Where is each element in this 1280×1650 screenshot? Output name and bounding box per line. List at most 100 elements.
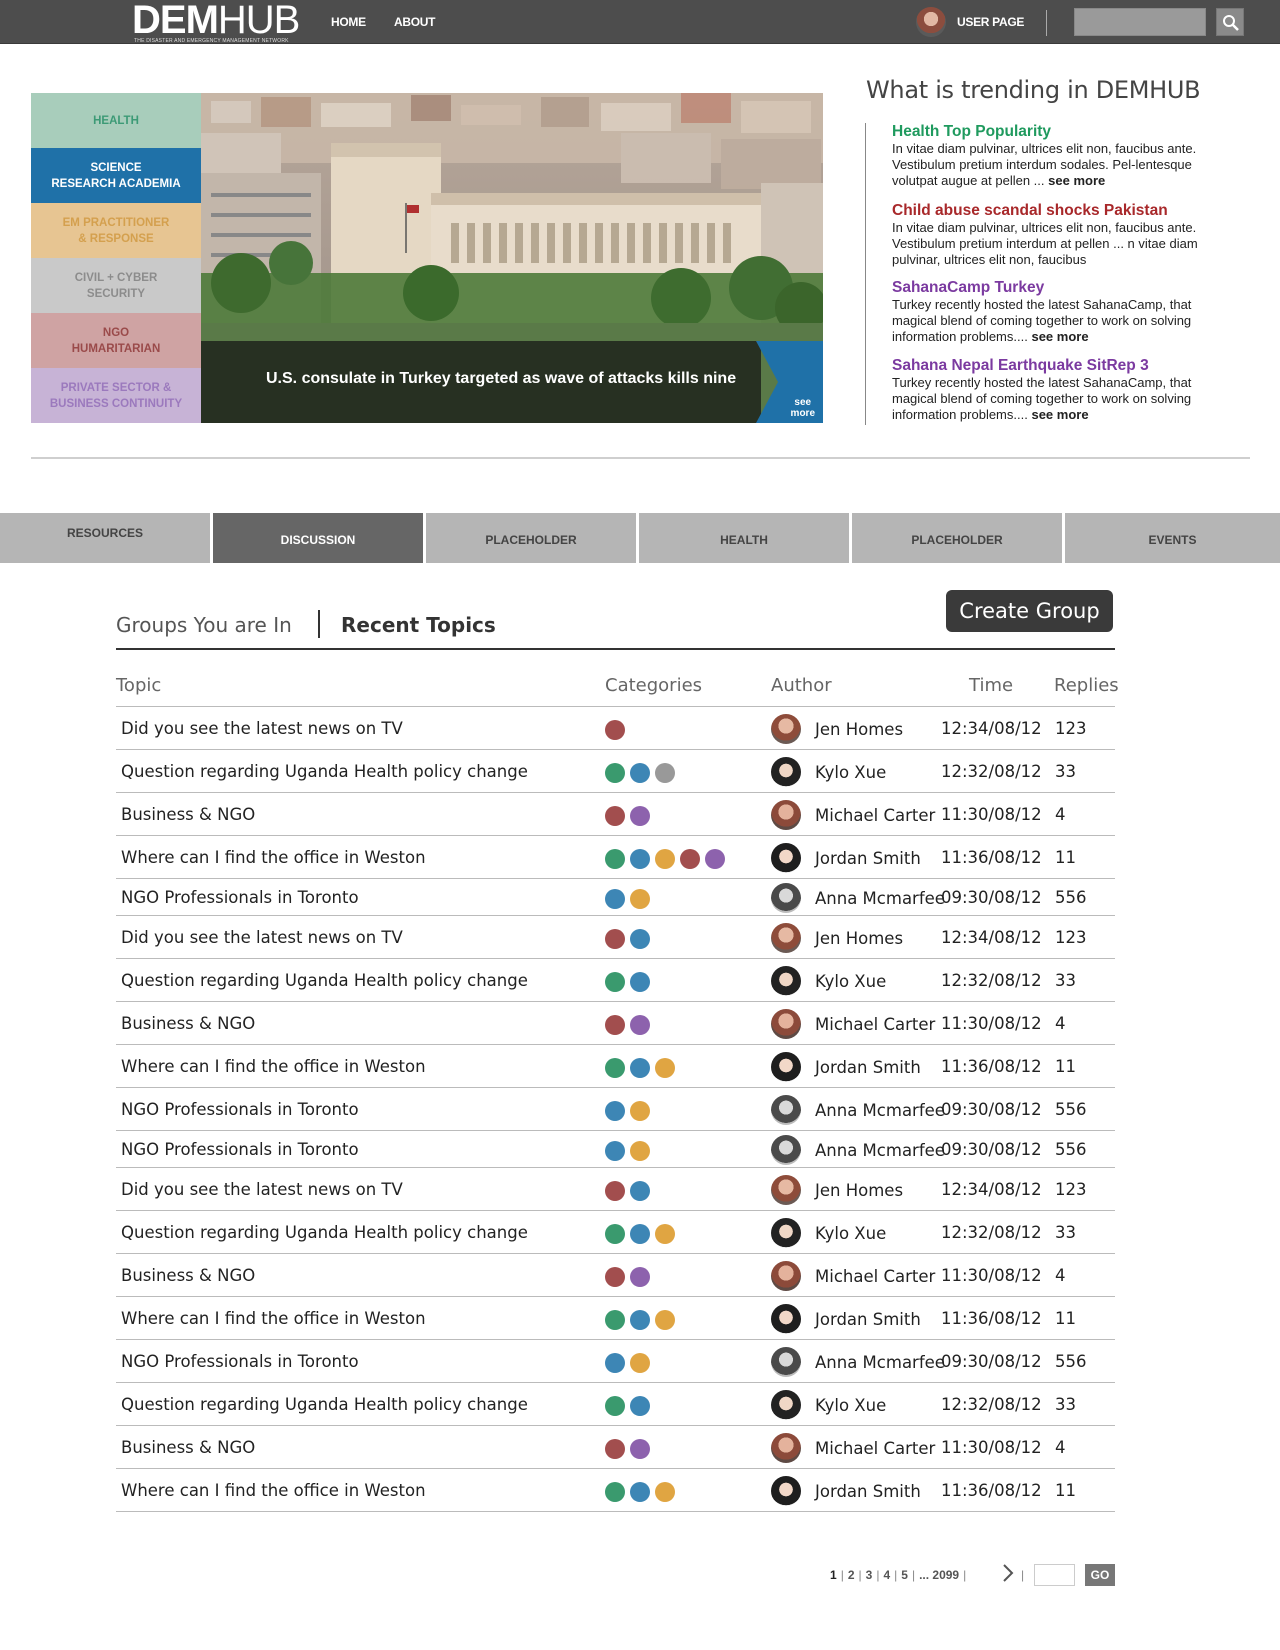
author-name[interactable]: Michael Carter bbox=[815, 806, 935, 825]
tab-discussion[interactable]: DISCUSSION bbox=[213, 513, 426, 563]
table-row[interactable]: Where can I find the office in Weston Jor… bbox=[116, 1297, 1115, 1340]
author-name[interactable]: Jordan Smith bbox=[815, 1310, 921, 1329]
table-row[interactable]: Where can I find the office in Weston Jor… bbox=[116, 1469, 1115, 1512]
topic-title[interactable]: Where can I find the office in Weston bbox=[121, 848, 426, 867]
category-dot-orange[interactable] bbox=[655, 1310, 675, 1330]
category-dot-purple[interactable] bbox=[630, 1015, 650, 1035]
author-avatar[interactable] bbox=[771, 1390, 801, 1420]
category-dot-blue[interactable] bbox=[630, 929, 650, 949]
category-dot-blue[interactable] bbox=[630, 1396, 650, 1416]
category-em-practitioner[interactable]: EM PRACTITIONER & RESPONSE bbox=[31, 203, 201, 258]
table-row[interactable]: Did you see the latest news on TV Jen Hom… bbox=[116, 1168, 1115, 1211]
category-dot-red[interactable] bbox=[605, 1015, 625, 1035]
category-dot-purple[interactable] bbox=[630, 806, 650, 826]
category-dot-orange[interactable] bbox=[630, 889, 650, 909]
table-row[interactable]: Did you see the latest news on TV Jen Hom… bbox=[116, 707, 1115, 750]
table-row[interactable]: NGO Professionals in Toronto Anna Mcmarfe… bbox=[116, 1340, 1115, 1383]
topic-title[interactable]: Question regarding Uganda Health policy … bbox=[121, 762, 528, 781]
category-civil-cyber[interactable]: CIVIL + CYBER SECURITY bbox=[31, 258, 201, 313]
category-dot-orange[interactable] bbox=[655, 1224, 675, 1244]
table-row[interactable]: Business & NGO Michael Carter 11:30/08/12 4 bbox=[116, 1254, 1115, 1297]
author-avatar[interactable] bbox=[771, 1052, 801, 1082]
page-link[interactable]: 4 bbox=[883, 1568, 890, 1582]
page-link[interactable]: 5 bbox=[901, 1568, 908, 1582]
topic-title[interactable]: Question regarding Uganda Health policy … bbox=[121, 971, 528, 990]
author-avatar[interactable] bbox=[771, 714, 801, 744]
category-dot-blue[interactable] bbox=[630, 1181, 650, 1201]
nav-about[interactable]: ABOUT bbox=[394, 15, 435, 29]
author-avatar[interactable] bbox=[771, 1347, 801, 1377]
category-dot-orange[interactable] bbox=[630, 1141, 650, 1161]
topic-title[interactable]: Business & NGO bbox=[121, 1014, 255, 1033]
category-dot-green[interactable] bbox=[605, 972, 625, 992]
column-topic[interactable]: Topic bbox=[116, 675, 161, 696]
author-name[interactable]: Anna Mcmarfee bbox=[815, 1141, 945, 1160]
topic-title[interactable]: Business & NGO bbox=[121, 1266, 255, 1285]
table-row[interactable]: Where can I find the office in Weston Jor… bbox=[116, 1045, 1115, 1088]
category-dot-green[interactable] bbox=[605, 763, 625, 783]
search-input[interactable] bbox=[1074, 8, 1206, 36]
category-dot-red[interactable] bbox=[605, 1439, 625, 1459]
category-dot-green[interactable] bbox=[605, 1482, 625, 1502]
demhub-logo[interactable]: DEMHUB THE DISASTER AND EMERGENCY MANAGE… bbox=[132, 0, 300, 44]
featured-caption[interactable]: U.S. consulate in Turkey targeted as wav… bbox=[266, 370, 736, 388]
category-dot-red[interactable] bbox=[605, 1267, 625, 1287]
author-avatar[interactable] bbox=[771, 923, 801, 953]
table-row[interactable]: Question regarding Uganda Health policy … bbox=[116, 959, 1115, 1002]
recent-topics-heading[interactable]: Recent Topics bbox=[341, 613, 496, 637]
category-dot-blue[interactable] bbox=[630, 1224, 650, 1244]
category-dot-purple[interactable] bbox=[630, 1439, 650, 1459]
topic-title[interactable]: Did you see the latest news on TV bbox=[121, 1180, 403, 1199]
topic-title[interactable]: NGO Professionals in Toronto bbox=[121, 1140, 359, 1159]
topic-title[interactable]: Did you see the latest news on TV bbox=[121, 719, 403, 738]
nav-home[interactable]: HOME bbox=[331, 15, 366, 29]
topic-title[interactable]: NGO Professionals in Toronto bbox=[121, 1100, 359, 1119]
chevron-right-icon[interactable] bbox=[1000, 1562, 1016, 1584]
category-health[interactable]: HEALTH bbox=[31, 93, 201, 148]
go-button[interactable]: GO bbox=[1085, 1564, 1115, 1586]
topic-title[interactable]: Where can I find the office in Weston bbox=[121, 1309, 426, 1328]
table-row[interactable]: NGO Professionals in Toronto Anna Mcmarfe… bbox=[116, 879, 1115, 916]
category-dot-red[interactable] bbox=[605, 720, 625, 740]
table-row[interactable]: Question regarding Uganda Health policy … bbox=[116, 1383, 1115, 1426]
category-science[interactable]: SCIENCE RESEARCH ACADEMIA bbox=[31, 148, 201, 203]
column-replies[interactable]: Replies bbox=[1054, 675, 1119, 696]
author-name[interactable]: Kylo Xue bbox=[815, 1396, 886, 1415]
category-dot-blue[interactable] bbox=[630, 1058, 650, 1078]
table-row[interactable]: Business & NGO Michael Carter 11:30/08/12 4 bbox=[116, 1426, 1115, 1469]
create-group-button[interactable]: Create Group bbox=[946, 590, 1113, 632]
author-avatar[interactable] bbox=[771, 1433, 801, 1463]
author-avatar[interactable] bbox=[771, 1261, 801, 1291]
author-name[interactable]: Anna Mcmarfee bbox=[815, 1101, 945, 1120]
author-avatar[interactable] bbox=[771, 1304, 801, 1334]
category-dot-blue[interactable] bbox=[630, 849, 650, 869]
category-dot-blue[interactable] bbox=[605, 1141, 625, 1161]
author-name[interactable]: Michael Carter bbox=[815, 1439, 935, 1458]
category-dot-green[interactable] bbox=[605, 1058, 625, 1078]
page-link[interactable]: 1 bbox=[830, 1568, 837, 1582]
tab-placeholder[interactable]: PLACEHOLDER bbox=[852, 513, 1065, 563]
tab-health[interactable]: HEALTH bbox=[639, 513, 852, 563]
topic-title[interactable]: Business & NGO bbox=[121, 805, 255, 824]
category-dot-orange[interactable] bbox=[630, 1101, 650, 1121]
category-dot-blue[interactable] bbox=[605, 889, 625, 909]
category-dot-red[interactable] bbox=[605, 806, 625, 826]
topic-title[interactable]: Did you see the latest news on TV bbox=[121, 928, 403, 947]
author-avatar[interactable] bbox=[771, 1095, 801, 1125]
author-avatar[interactable] bbox=[771, 966, 801, 996]
trending-item-title[interactable]: Health Top Popularity bbox=[892, 123, 1212, 141]
author-avatar[interactable] bbox=[771, 1135, 801, 1165]
topic-title[interactable]: Business & NGO bbox=[121, 1438, 255, 1457]
category-dot-green[interactable] bbox=[605, 849, 625, 869]
author-name[interactable]: Kylo Xue bbox=[815, 972, 886, 991]
see-more-link[interactable]: see more bbox=[1031, 407, 1088, 422]
trending-item-title[interactable]: Sahana Nepal Earthquake SitRep 3 bbox=[892, 357, 1212, 375]
category-dot-orange[interactable] bbox=[655, 1482, 675, 1502]
featured-story[interactable]: U.S. consulate in Turkey targeted as wav… bbox=[201, 93, 823, 423]
see-more-link[interactable]: see more bbox=[1031, 329, 1088, 344]
category-dot-gray[interactable] bbox=[655, 763, 675, 783]
author-avatar[interactable] bbox=[771, 757, 801, 787]
category-dot-orange[interactable] bbox=[630, 1353, 650, 1373]
author-name[interactable]: Michael Carter bbox=[815, 1267, 935, 1286]
category-dot-orange[interactable] bbox=[655, 849, 675, 869]
